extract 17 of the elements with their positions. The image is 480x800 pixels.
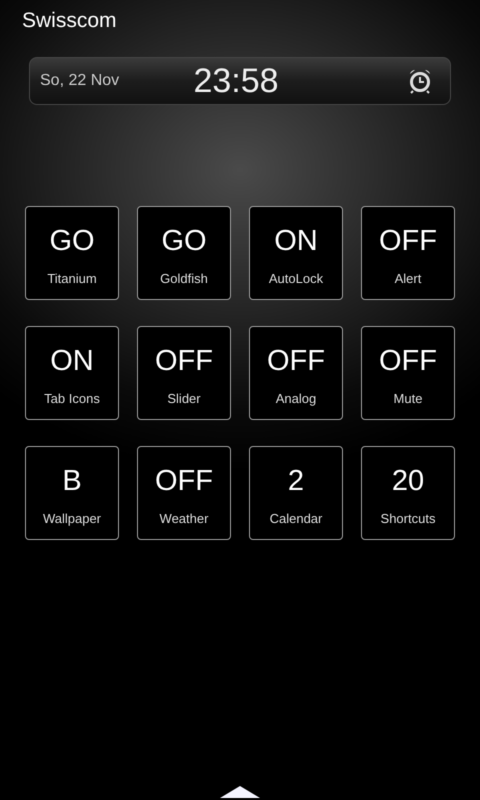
toggle-tile[interactable]: ON Tab Icons [25, 326, 119, 420]
toggle-tile[interactable]: OFF Slider [137, 326, 231, 420]
toggle-tile[interactable]: OFF Alert [361, 206, 455, 300]
toggle-tile[interactable]: ON AutoLock [249, 206, 343, 300]
clock-time: 23:58 [193, 62, 279, 100]
carrier-name: Swisscom [22, 9, 117, 33]
up-arrow-icon[interactable] [220, 784, 260, 798]
toggle-tile[interactable]: OFF Analog [249, 326, 343, 420]
toggle-tile[interactable]: 2 Calendar [249, 446, 343, 540]
toggle-tile[interactable]: OFF Weather [137, 446, 231, 540]
date-text: So, 22 Nov [40, 72, 120, 90]
alarm-clock-icon[interactable] [408, 68, 432, 94]
toggle-tile[interactable]: OFF Mute [361, 326, 455, 420]
toggle-tile[interactable]: 20 Shortcuts [361, 446, 455, 540]
toggle-tile[interactable]: B Wallpaper [25, 446, 119, 540]
toggle-tile[interactable]: GO Goldfish [137, 206, 231, 300]
toggle-tile[interactable]: GO Titanium [25, 206, 119, 300]
